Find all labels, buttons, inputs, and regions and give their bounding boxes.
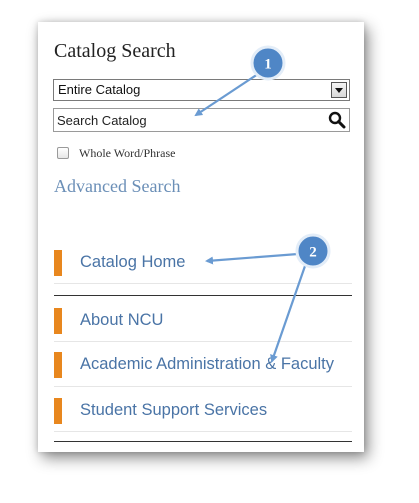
- nav-divider: [54, 431, 352, 432]
- section-divider: [54, 441, 352, 442]
- nav-item-academic-administration[interactable]: Academic Administration & Faculty: [54, 350, 354, 382]
- nav-item-catalog-home[interactable]: Catalog Home: [54, 248, 354, 280]
- nav-item-label: Catalog Home: [80, 253, 186, 271]
- search-input[interactable]: [57, 111, 317, 129]
- advanced-search-link[interactable]: Advanced Search: [54, 176, 180, 197]
- section-divider: [54, 295, 352, 296]
- nav-item-about-ncu[interactable]: About NCU: [54, 306, 354, 338]
- nav-divider: [54, 341, 352, 342]
- nav-accent-bar: [54, 250, 62, 276]
- nav-divider: [54, 283, 352, 284]
- magnifier-icon[interactable]: [328, 111, 346, 129]
- nav-item-label: Student Support Services: [80, 401, 268, 419]
- nav-item-student-support-services[interactable]: Student Support Services: [54, 396, 354, 428]
- screenshot-stage: Catalog Search Entire Catalog Whole Word…: [0, 0, 419, 503]
- nav-accent-bar: [54, 352, 62, 378]
- nav-accent-bar: [54, 308, 62, 334]
- nav-item-label: About NCU: [80, 311, 164, 329]
- nav-accent-bar: [54, 398, 62, 424]
- catalog-search-heading: Catalog Search: [54, 40, 176, 62]
- chevron-down-icon[interactable]: [331, 82, 347, 98]
- whole-word-label: Whole Word/Phrase: [79, 146, 176, 160]
- search-box: [53, 108, 350, 132]
- nav-divider: [54, 386, 352, 387]
- nav-item-label: Academic Administration & Faculty: [80, 355, 335, 373]
- catalog-sidebar-panel: Catalog Search Entire Catalog Whole Word…: [38, 22, 364, 452]
- whole-word-checkbox[interactable]: [57, 147, 69, 159]
- search-scope-value: Entire Catalog: [58, 82, 141, 97]
- search-scope-select[interactable]: Entire Catalog: [53, 79, 350, 101]
